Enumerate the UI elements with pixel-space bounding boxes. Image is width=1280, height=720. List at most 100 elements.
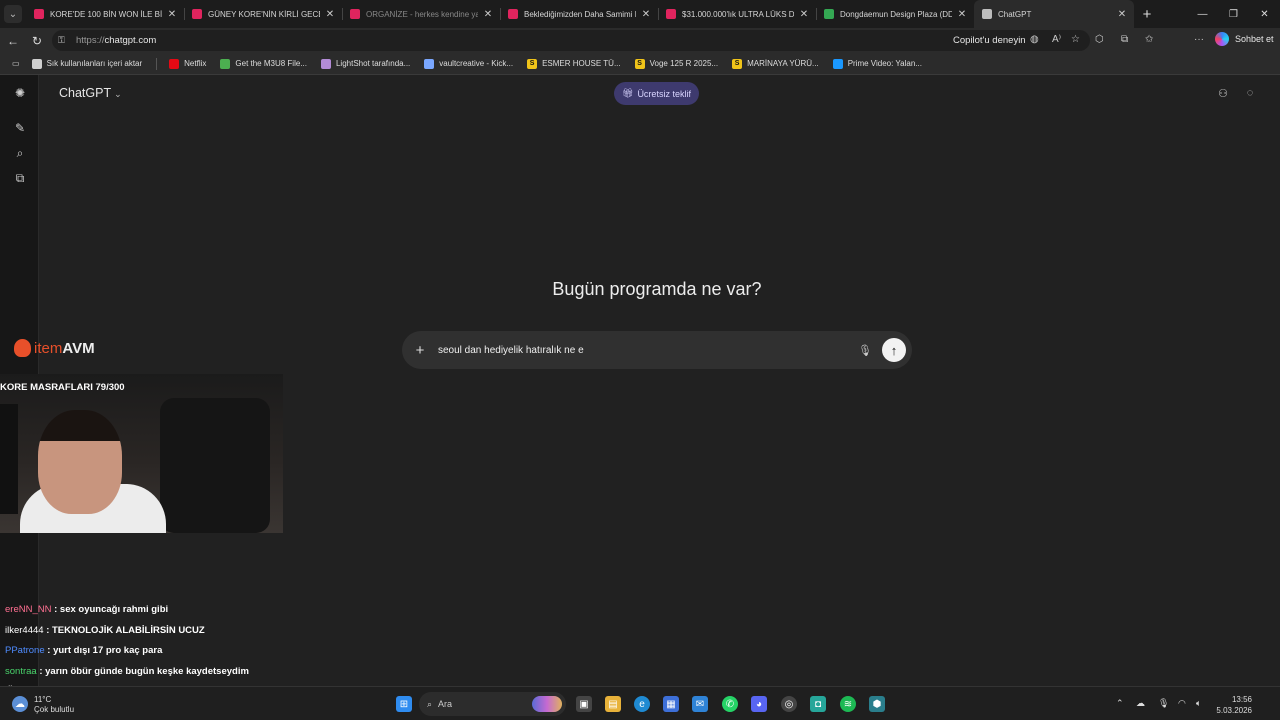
chair-edge xyxy=(0,404,18,514)
copilot-try-link[interactable]: Copilot'u deneyin xyxy=(953,35,1026,46)
attach-plus-icon[interactable]: + xyxy=(402,342,438,359)
clock-time: 13:56 xyxy=(1231,695,1252,704)
obs-icon[interactable]: ◎ xyxy=(781,696,797,712)
tray-chevron-icon[interactable]: ⌃ xyxy=(1116,698,1124,709)
bookmark-item[interactable]: S Voge 125 R 2025... xyxy=(634,58,719,69)
tab-actions-menu[interactable]: ⌄ xyxy=(0,0,26,28)
search-icon: ⌕ xyxy=(427,698,433,709)
close-tab-icon[interactable]: ✕ xyxy=(640,9,652,20)
close-tab-icon[interactable]: ✕ xyxy=(482,9,494,20)
bookmark-label: Voge 125 R 2025... xyxy=(649,59,719,68)
bookmark-item[interactable]: vaultcreative - Kick... xyxy=(424,58,513,69)
free-offer-label: Ücretsiz teklif xyxy=(637,88,691,99)
library-icon[interactable]: ⧉ xyxy=(12,170,28,186)
chat-text: : yurt dışı 17 pro kaç para xyxy=(44,645,163,656)
bookmarks-bar: ▭ Sık kullanılanları içeri aktar Netflix G… xyxy=(0,53,1280,75)
weather-icon[interactable]: ☁ xyxy=(12,696,28,712)
bookmark-label: LightShot tarafında... xyxy=(335,59,411,68)
browser-tab[interactable]: ChatGPT ✕ xyxy=(974,0,1134,28)
mic-tray-icon[interactable]: 🎙︎ xyxy=(1158,698,1169,709)
bookmark-item[interactable]: Prime Video: Yalan... xyxy=(832,58,922,69)
bookmark-item[interactable]: Get the M3U8 File... xyxy=(220,58,307,69)
more-menu-icon[interactable]: ··· xyxy=(1194,34,1204,45)
close-tab-icon[interactable]: ✕ xyxy=(1116,9,1128,20)
model-selector[interactable]: ChatGPT ⌄ xyxy=(59,86,122,100)
sponsor-logo: item AVM xyxy=(14,339,95,357)
close-tab-icon[interactable]: ✕ xyxy=(324,9,336,20)
browser-tab[interactable]: KORE'DE 100 BİN WON İLE BİR GÜ ✕ xyxy=(26,0,184,28)
task-view-icon[interactable]: ▣ xyxy=(576,696,592,712)
chat-nick: sontraa xyxy=(5,666,37,677)
chat-text: : TEKNOLOJİK ALABİLİRSİN UCUZ xyxy=(43,625,205,636)
back-button[interactable]: ← xyxy=(4,32,22,50)
edge-icon[interactable]: e xyxy=(634,696,650,712)
bookmark-item[interactable]: S ESMER HOUSE TÜ... xyxy=(527,58,621,69)
page-title: Bugün programda ne var? xyxy=(552,279,762,299)
message-input[interactable] xyxy=(438,344,856,356)
minimize-icon[interactable]: — xyxy=(1187,0,1218,28)
temporary-chat-icon[interactable]: ◌ xyxy=(1243,86,1257,100)
tab-title: KORE'DE 100 BİN WON İLE BİR GÜ xyxy=(50,9,162,19)
bookmark-item[interactable]: Sık kullanılanları içeri aktar xyxy=(31,58,142,69)
network-app-icon[interactable]: ⬢ xyxy=(869,696,885,712)
browser-tab[interactable]: ORGANİZE - herkes kendine yalop ✕ xyxy=(342,0,500,28)
openai-logo-icon[interactable]: ✺ xyxy=(12,85,28,101)
browser-tab[interactable]: Beklediğimizden Daha Samimi Bir ✕ xyxy=(500,0,658,28)
gift-icon: 🎁︎ xyxy=(622,88,634,98)
free-offer-button[interactable]: 🎁︎ Ücretsiz teklif xyxy=(614,82,699,105)
search-highlight-art xyxy=(532,696,562,712)
close-window-icon[interactable]: ✕ xyxy=(1249,0,1280,28)
taskbar-search[interactable]: ⌕ Ara xyxy=(419,692,566,716)
send-button[interactable]: ↑ xyxy=(882,338,906,362)
bookmark-item[interactable]: LightShot tarafında... xyxy=(320,58,411,69)
close-tab-icon[interactable]: ✕ xyxy=(956,9,968,20)
gaming-chair xyxy=(160,398,270,533)
chat-text: : sex oyuncağı rahmi gibi xyxy=(51,604,169,615)
browser-tab[interactable]: Dongdaemun Design Plaza (DDP) ✕ xyxy=(816,0,974,28)
volume-icon[interactable]: 🔈︎ xyxy=(1196,698,1201,709)
weather-widget[interactable]: 11°C Çok bulutlu xyxy=(34,695,74,715)
onedrive-icon[interactable]: ☁ xyxy=(1136,698,1145,709)
webcam-overlay xyxy=(0,374,283,533)
refresh-button[interactable]: ↻ xyxy=(28,32,46,50)
favorites-icon[interactable]: ✩ xyxy=(1145,34,1153,45)
weather-desc: Çok bulutlu xyxy=(34,705,75,714)
copilot-icon[interactable]: ◍ xyxy=(1030,34,1039,45)
chat-nick: PPatrone xyxy=(5,645,45,656)
microphone-icon[interactable]: 🎙︎ xyxy=(856,344,874,357)
extensions-icon[interactable]: ⬡ xyxy=(1095,34,1104,45)
favorite-star-icon[interactable]: ☆ xyxy=(1071,34,1080,45)
new-chat-icon[interactable]: ✎ xyxy=(12,120,28,136)
bookmark-item[interactable]: Netflix xyxy=(169,58,206,69)
system-clock[interactable]: 13:56 5.03.2026 xyxy=(1216,694,1252,716)
add-person-icon[interactable]: ⚇ xyxy=(1216,86,1230,100)
whatsapp-icon[interactable]: ✆ xyxy=(722,696,738,712)
sidebar-toggle-icon[interactable]: ▭ xyxy=(12,59,20,68)
browser-tab[interactable]: GÜNEY KORE'NİN KİRLİ GECE HAYA ✕ xyxy=(184,0,342,28)
store-icon[interactable]: ▦ xyxy=(663,696,679,712)
tab-title: Beklediğimizden Daha Samimi Bir xyxy=(524,9,636,19)
close-tab-icon[interactable]: ✕ xyxy=(166,9,178,20)
file-explorer-icon[interactable]: ▤ xyxy=(605,696,621,712)
copilot-chat-button[interactable]: Sohbet et xyxy=(1215,32,1274,46)
read-aloud-icon[interactable]: A⁾ xyxy=(1052,34,1061,45)
site-info-icon[interactable]: ⚿ xyxy=(58,35,70,46)
app-icon[interactable]: ◘ xyxy=(810,696,826,712)
search-icon[interactable]: ⌕ xyxy=(12,145,28,161)
discord-icon[interactable]: ◕ xyxy=(751,696,767,712)
split-screen-icon[interactable]: ⧉ xyxy=(1121,34,1128,45)
new-tab-button[interactable]: + xyxy=(1134,0,1160,28)
tab-favicon-icon xyxy=(666,9,676,19)
browser-tab[interactable]: $31.000.000'lık ULTRA LÜKS Deniz ✕ xyxy=(658,0,816,28)
windows-start-icon[interactable]: ⊞ xyxy=(396,696,412,712)
close-tab-icon[interactable]: ✕ xyxy=(798,9,810,20)
spotify-icon[interactable]: ≋ xyxy=(840,696,856,712)
mail-icon[interactable]: ✉ xyxy=(692,696,708,712)
tab-favicon-icon xyxy=(34,9,44,19)
bookmark-label: Prime Video: Yalan... xyxy=(847,59,922,68)
restore-icon[interactable]: ❐ xyxy=(1218,0,1249,28)
bookmark-item[interactable]: S MARİNAYA YÜRÜ... xyxy=(732,58,819,69)
address-bar[interactable]: ⚿ https://chatgpt.com xyxy=(52,30,1090,51)
s-icon: S xyxy=(634,58,645,69)
wifi-icon[interactable]: ◠ xyxy=(1178,698,1186,709)
